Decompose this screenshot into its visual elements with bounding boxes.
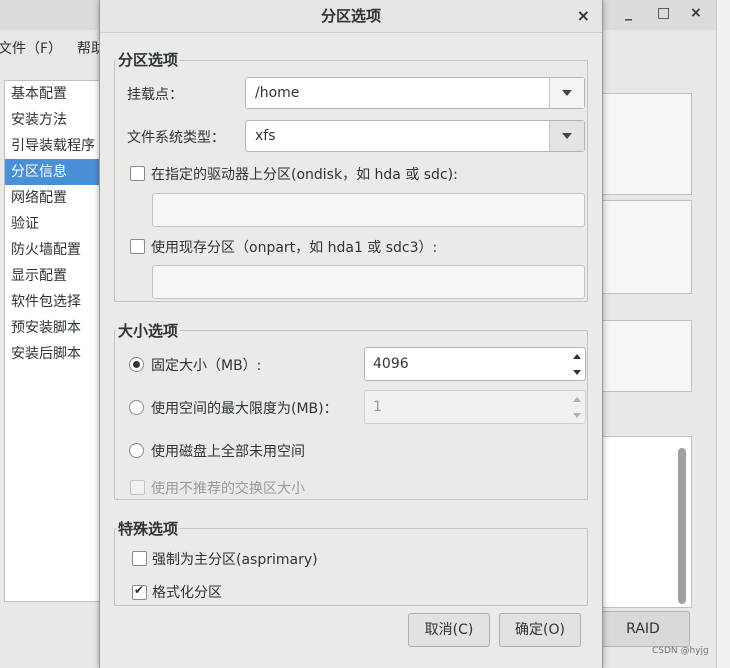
fixed-size-label: 固定大小（MB）:	[151, 358, 262, 374]
close-icon[interactable]: ×	[577, 6, 590, 25]
bg-panel-3	[598, 320, 692, 392]
increment-icon[interactable]	[569, 348, 585, 364]
fixed-size-value[interactable]: 4096	[373, 356, 409, 372]
increment-icon[interactable]	[569, 391, 585, 407]
format-partition-label: 格式化分区	[152, 585, 222, 601]
fs-type-value[interactable]: xfs	[255, 128, 276, 144]
onpart-field[interactable]	[152, 265, 585, 299]
mount-point-label: 挂载点：	[127, 87, 183, 103]
window-edge	[716, 0, 730, 668]
recommended-swap-checkbox[interactable]	[130, 480, 145, 495]
onpart-label: 使用现存分区（onpart，如 hda1 或 sdc3）:	[151, 240, 438, 256]
size-options-heading: 大小选项	[116, 320, 181, 341]
asprimary-checkbox[interactable]	[132, 551, 147, 566]
fixed-size-radio[interactable]	[129, 357, 144, 372]
window-close-icon[interactable]: ×	[690, 5, 702, 21]
asprimary-label: 强制为主分区(asprimary)	[152, 552, 318, 568]
decrement-icon[interactable]	[569, 364, 585, 380]
max-size-radio[interactable]	[129, 400, 144, 415]
partition-list-scrollbar[interactable]	[678, 448, 686, 604]
fill-disk-radio[interactable]	[129, 443, 144, 458]
fs-type-combo[interactable]: xfs	[245, 120, 585, 152]
chevron-down-icon	[562, 90, 572, 96]
minimize-icon[interactable]: _	[625, 5, 632, 21]
chevron-down-icon	[562, 133, 572, 139]
fill-disk-label: 使用磁盘上全部未用空间	[151, 444, 305, 460]
mount-point-combo[interactable]: /home	[245, 77, 585, 109]
fixed-size-spinner[interactable]: 4096	[364, 347, 586, 381]
decrement-icon[interactable]	[569, 407, 585, 423]
sidebar-item-pre-script[interactable]: 预安装脚本	[5, 315, 101, 341]
sidebar-item-install-method[interactable]: 安装方法	[5, 107, 101, 133]
ondisk-label: 在指定的驱动器上分区(ondisk，如 hda 或 sdc):	[151, 167, 458, 183]
ondisk-checkbox[interactable]	[130, 166, 145, 181]
fs-type-dropdown-button[interactable]	[549, 121, 584, 151]
menu-file[interactable]: 文件（F）	[0, 38, 62, 58]
bg-panel-1	[598, 93, 692, 195]
fs-type-label: 文件系统类型：	[127, 130, 225, 146]
max-size-label: 使用空间的最大限度为(MB)：	[151, 401, 338, 417]
format-partition-checkbox[interactable]	[132, 583, 147, 600]
cancel-button[interactable]: 取消(C)	[408, 613, 490, 647]
sidebar-item-packages[interactable]: 软件包选择	[5, 289, 101, 315]
partition-options-dialog: 分区选项 × 分区选项 挂载点： /home 文件系统类型： xfs 在指定的驱…	[99, 0, 603, 668]
sidebar-item-firewall[interactable]: 防火墙配置	[5, 237, 101, 263]
ondisk-field[interactable]	[152, 193, 585, 227]
max-size-spinner[interactable]: 1	[364, 390, 586, 424]
maximize-icon[interactable]: □	[657, 5, 670, 21]
bg-panel-2	[598, 200, 692, 294]
partition-options-heading: 分区选项	[116, 49, 181, 70]
sidebar-item-bootloader[interactable]: 引导装载程序	[5, 133, 101, 159]
ok-button[interactable]: 确定(O)	[499, 613, 581, 647]
mount-point-dropdown-button[interactable]	[549, 78, 584, 108]
watermark: CSDN @hyjg	[652, 646, 709, 656]
config-sidebar: 基本配置 安装方法 引导装载程序 分区信息 网络配置 验证 防火墙配置 显示配置…	[4, 80, 101, 602]
onpart-checkbox[interactable]	[130, 239, 145, 254]
sidebar-item-post-script[interactable]: 安装后脚本	[5, 341, 101, 367]
sidebar-item-basic[interactable]: 基本配置	[5, 81, 101, 107]
sidebar-item-network[interactable]: 网络配置	[5, 185, 101, 211]
max-size-value[interactable]: 1	[373, 399, 382, 415]
sidebar-item-display[interactable]: 显示配置	[5, 263, 101, 289]
recommended-swap-label: 使用不推荐的交换区大小	[151, 481, 305, 497]
mount-point-value[interactable]: /home	[255, 85, 299, 101]
raid-button[interactable]: RAID	[596, 611, 690, 647]
special-options-heading: 特殊选项	[116, 518, 181, 539]
sidebar-item-partition[interactable]: 分区信息	[5, 159, 101, 185]
dialog-title: 分区选项	[100, 0, 602, 33]
sidebar-item-auth[interactable]: 验证	[5, 211, 101, 237]
